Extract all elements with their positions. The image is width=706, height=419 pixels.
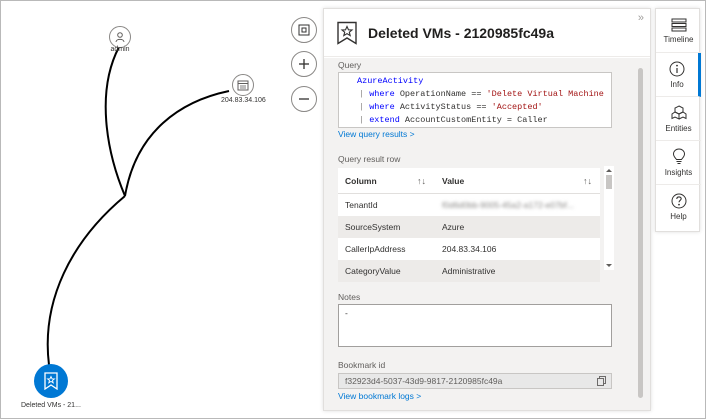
zoom-in-icon: [299, 59, 309, 69]
cell-value: f0d6d0bb-9005-45a2-a172-e07bf...: [442, 200, 574, 210]
bookmark-id-label: Bookmark id: [338, 360, 386, 370]
rail-item-timeline[interactable]: Timeline: [656, 9, 701, 53]
entities-icon: [671, 104, 686, 120]
query-keyword: where: [369, 102, 395, 112]
rail-label: Info: [670, 79, 684, 89]
rail-item-entities[interactable]: Entities: [656, 97, 701, 141]
query-line: | where OperationName == 'Delete Virtual…: [345, 88, 605, 101]
graph-node-bookmark[interactable]: Deleted VMs - 21...: [21, 364, 81, 409]
view-bookmark-logs-link[interactable]: View bookmark logs >: [338, 391, 421, 401]
panel-scrollbar[interactable]: [636, 58, 646, 410]
panel-header: Deleted VMs - 2120985fc49a »: [324, 9, 650, 57]
query-code-box: AzureActivity | where OperationName == 'D…: [338, 72, 612, 128]
cell-value: Administrative: [442, 266, 496, 276]
insights-icon: [672, 148, 685, 164]
bookmark-icon: [33, 364, 68, 398]
investigation-window: admin 204.83.34.106 Deleted VMs - 21... …: [0, 0, 706, 419]
cell-column: CallerIpAddress: [345, 244, 406, 254]
cell-column: TenantId: [345, 200, 378, 210]
node-label: 204.83.34.106: [221, 97, 266, 104]
graph-node-admin[interactable]: admin: [109, 26, 131, 53]
panel-scroll-thumb[interactable]: [638, 68, 643, 398]
query-line: AzureActivity: [345, 75, 605, 88]
panel-body: Query AzureActivity | where OperationName…: [324, 58, 650, 410]
panel-title: Deleted VMs - 2120985fc49a: [368, 24, 554, 41]
copy-icon[interactable]: [597, 376, 606, 386]
result-row-label: Query result row: [338, 154, 401, 164]
cell-value: 204.83.34.106: [442, 244, 497, 254]
scroll-down-icon[interactable]: [604, 262, 614, 270]
edge-ip-junction: [124, 90, 230, 197]
side-rail: Timeline Info Entities Insights Help: [655, 8, 701, 232]
table-row[interactable]: TenantId f0d6d0bb-9005-45a2-a172-e07bf...: [338, 194, 600, 216]
rail-item-info[interactable]: Info: [656, 53, 701, 97]
query-text: AccountCustomEntity = Caller: [399, 115, 548, 125]
header-label: Column: [345, 175, 377, 186]
query-keyword: AzureActivity: [357, 76, 424, 86]
rail-item-insights[interactable]: Insights: [656, 141, 701, 185]
query-line: | where ActivityStatus == 'Accepted': [345, 101, 605, 114]
zoom-out-button[interactable]: [291, 86, 317, 112]
query-string: 'Delete Virtual Machine: [486, 89, 604, 99]
query-pipe: |: [359, 102, 370, 112]
scroll-up-icon[interactable]: [604, 166, 614, 174]
node-label: Deleted VMs - 21...: [21, 402, 81, 409]
table-row[interactable]: CallerIpAddress 204.83.34.106: [338, 238, 600, 260]
timeline-icon: [671, 18, 686, 31]
notes-section: Notes -: [338, 292, 612, 347]
bookmark-id-section: Bookmark id f32923d4-5037-43d9-9817-2120…: [338, 360, 612, 401]
rail-item-help[interactable]: Help: [656, 185, 701, 229]
query-pipe: |: [359, 89, 370, 99]
query-keyword: extend: [369, 115, 400, 125]
query-string: 'Accepted': [491, 102, 543, 112]
query-keyword: where: [369, 89, 395, 99]
rail-label: Help: [670, 212, 687, 221]
table-header: Column ↑↓ Value ↑↓: [338, 168, 600, 194]
header-label: Value: [442, 175, 465, 186]
help-icon: [671, 193, 686, 209]
column-header-column[interactable]: Column ↑↓: [338, 176, 434, 186]
query-line: | extend AccountCustomEntity = Caller: [345, 114, 605, 127]
collapse-panel-button[interactable]: »: [638, 12, 644, 24]
cell-column: CategoryValue: [345, 266, 401, 276]
fit-to-screen-button[interactable]: [291, 17, 317, 43]
info-icon: [669, 61, 685, 76]
rail-label: Timeline: [663, 34, 694, 44]
table-scrollbar[interactable]: [604, 166, 614, 270]
sort-icon[interactable]: ↑↓: [417, 176, 426, 186]
bookmark-id-value: f32923d4-5037-43d9-9817-2120985fc49a: [345, 376, 503, 386]
table-row[interactable]: CategoryValue Administrative: [338, 260, 600, 282]
view-query-results-link[interactable]: View query results >: [338, 129, 415, 139]
column-header-value[interactable]: Value ↑↓: [434, 176, 600, 186]
query-text: ActivityStatus ==: [394, 102, 492, 112]
bookmark-id-field[interactable]: f32923d4-5037-43d9-9817-2120985fc49a: [338, 373, 612, 389]
table-rows: TenantId f0d6d0bb-9005-45a2-a172-e07bf...…: [338, 194, 600, 282]
table-scroll-thumb[interactable]: [606, 175, 612, 189]
investigation-graph: [46, 46, 230, 366]
table-row[interactable]: SourceSystem Azure: [338, 216, 600, 238]
query-text: OperationName ==: [394, 89, 487, 99]
ip-address-icon: [232, 74, 255, 96]
query-pipe: |: [359, 115, 370, 125]
rail-label: Entities: [665, 123, 692, 133]
query-label: Query: [338, 60, 362, 70]
edge-junction-bookmark: [46, 195, 126, 366]
result-table: Column ↑↓ Value ↑↓ TenantId f0d6d0bb-9005…: [338, 168, 600, 282]
node-label: admin: [110, 46, 130, 53]
edge-admin-junction: [104, 46, 126, 197]
bookmark-icon: [337, 21, 357, 45]
sort-icon[interactable]: ↑↓: [583, 176, 592, 186]
bookmark-details-panel: Deleted VMs - 2120985fc49a » Query Azure…: [323, 8, 651, 411]
fit-to-screen-icon: [298, 24, 310, 36]
zoom-out-icon: [299, 98, 309, 100]
zoom-in-button[interactable]: [291, 51, 317, 77]
cell-value: Azure: [442, 222, 465, 232]
notes-textarea[interactable]: -: [338, 304, 612, 347]
cell-column: SourceSystem: [345, 222, 401, 232]
rail-label: Insights: [664, 168, 693, 177]
user-icon: [109, 26, 131, 48]
notes-label: Notes: [338, 292, 361, 302]
graph-node-ip[interactable]: 204.83.34.106: [221, 74, 266, 104]
